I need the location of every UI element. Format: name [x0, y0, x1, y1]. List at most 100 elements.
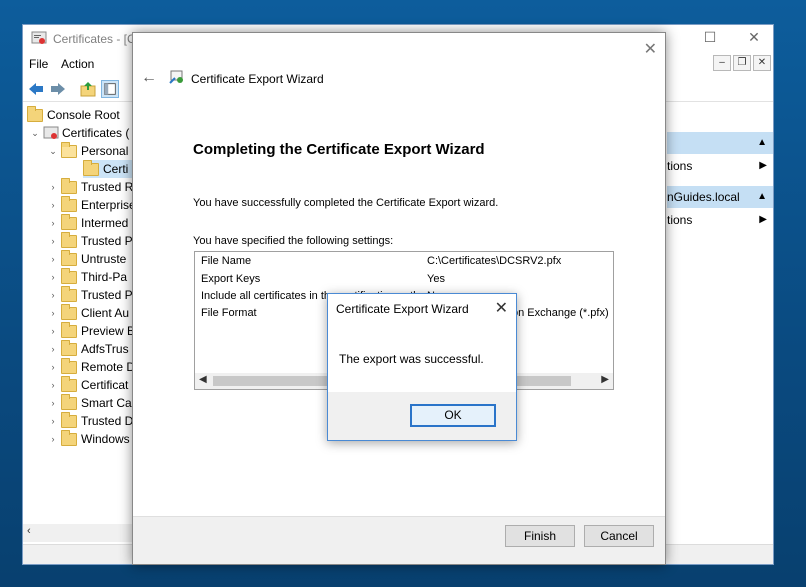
actions-item-more-actions-2[interactable]: tions ▶ [667, 210, 773, 230]
tree-item-label: Client Au [81, 306, 129, 320]
maximize-icon[interactable]: ☐ [695, 29, 725, 46]
tree-item-store[interactable]: › Client Au [47, 304, 129, 322]
actions-item-more-actions[interactable]: tions ▶ [667, 156, 773, 176]
messagebox-close-icon[interactable]: ✕ [495, 298, 508, 318]
expand-arrow-icon[interactable]: › [47, 416, 59, 426]
folder-icon [61, 181, 77, 194]
expand-arrow-icon[interactable]: › [47, 272, 59, 282]
expand-arrow-icon[interactable]: › [47, 218, 59, 228]
collapse-arrow-icon[interactable]: ⌄ [29, 128, 41, 139]
folder-icon [61, 253, 77, 266]
expand-arrow-icon[interactable]: › [47, 434, 59, 444]
actions-header-label: nGuides.local [667, 190, 740, 204]
folder-icon [27, 109, 43, 122]
tree-item-label: Enterprise [81, 198, 135, 212]
wizard-success-message: You have successfully completed the Cert… [193, 197, 498, 209]
console-tree: Console Root ⌄ Certificates ( ⌄ Personal… [23, 104, 135, 524]
tree-item-store[interactable]: › Intermed [47, 214, 128, 232]
settings-row: Export Keys Yes [195, 273, 614, 289]
tree-item-label: Windows [81, 432, 130, 446]
expand-arrow-icon[interactable]: › [47, 254, 59, 264]
mdi-controls: – ❐ ✕ [713, 55, 771, 71]
expand-arrow-icon[interactable]: › [47, 326, 59, 336]
wizard-title: Certificate Export Wizard [191, 72, 324, 86]
folder-icon [61, 415, 77, 428]
tree-item-label: Personal [81, 144, 128, 158]
setting-value: on Exchange (*.pfx) [512, 307, 609, 319]
menu-action[interactable]: Action [61, 57, 94, 71]
actions-item-label: tions [667, 159, 692, 173]
close-icon[interactable]: ✕ [739, 29, 769, 46]
collapse-up-icon[interactable]: ▲ [757, 186, 767, 208]
expand-arrow-icon[interactable]: › [47, 236, 59, 246]
submenu-arrow-icon: ▶ [759, 210, 767, 230]
tree-item-certificates[interactable]: ⌄ Certificates ( [29, 124, 129, 142]
tree-item-store[interactable]: › AdfsTrus [47, 340, 129, 358]
tree-item-store[interactable]: › Trusted P [47, 286, 133, 304]
tree-item-store[interactable]: › Enterprise [47, 196, 135, 214]
folder-icon [61, 433, 77, 446]
mdi-restore-icon[interactable]: ❐ [733, 55, 751, 71]
tree-item-console-root[interactable]: Console Root [27, 106, 120, 124]
tree-item-store[interactable]: › Trusted R [47, 178, 133, 196]
scroll-left-icon[interactable]: ‹ [27, 525, 31, 537]
wizard-back-arrow-icon[interactable]: ← [141, 69, 157, 87]
tree-item-personal-certificates[interactable]: Certi [83, 160, 135, 178]
expand-arrow-icon[interactable]: › [47, 362, 59, 372]
expand-arrow-icon[interactable]: › [47, 344, 59, 354]
tree-item-store[interactable]: › Third-Pa [47, 268, 127, 286]
tree-item-personal[interactable]: ⌄ Personal [47, 142, 128, 160]
tree-item-label: Console Root [47, 108, 120, 122]
up-folder-icon[interactable] [79, 80, 97, 98]
tree-horizontal-scrollbar[interactable]: ‹ [23, 524, 135, 542]
wizard-close-icon[interactable]: ✕ [644, 39, 657, 59]
mdi-minimize-icon[interactable]: – [713, 55, 731, 71]
cancel-button[interactable]: Cancel [584, 525, 654, 547]
mdi-close-icon[interactable]: ✕ [753, 55, 771, 71]
collapse-up-icon[interactable]: ▲ [757, 132, 767, 154]
expand-arrow-icon[interactable]: › [47, 290, 59, 300]
expand-arrow-icon[interactable]: › [47, 308, 59, 318]
actions-header-1[interactable]: ▲ [667, 132, 773, 154]
folder-icon [61, 217, 77, 230]
setting-key: Export Keys [201, 273, 260, 285]
tree-item-store[interactable]: › Windows [47, 430, 130, 448]
folder-icon [61, 325, 77, 338]
tree-item-store[interactable]: › Preview B [47, 322, 135, 340]
expand-arrow-icon[interactable]: › [47, 398, 59, 408]
tree-item-store[interactable]: › Smart Ca [47, 394, 132, 412]
forward-arrow-icon[interactable] [49, 80, 67, 98]
folder-icon [61, 361, 77, 374]
collapse-arrow-icon[interactable]: ⌄ [47, 146, 59, 157]
actions-header-2[interactable]: nGuides.local ▲ [667, 186, 773, 208]
wizard-footer: Finish Cancel [133, 516, 665, 564]
folder-icon [61, 235, 77, 248]
messagebox-footer: OK [328, 392, 516, 440]
folder-icon [61, 343, 77, 356]
back-arrow-icon[interactable] [27, 80, 45, 98]
scroll-right-icon[interactable]: ▶ [601, 374, 609, 385]
tree-item-label: Remote D [81, 360, 135, 374]
tree-item-store[interactable]: › Trusted D [47, 412, 133, 430]
show-hide-tree-icon[interactable] [101, 80, 119, 98]
ok-button[interactable]: OK [410, 404, 496, 427]
setting-value: C:\Certificates\DCSRV2.pfx [427, 255, 561, 267]
tree-item-store[interactable]: › Remote D [47, 358, 135, 376]
tree-item-store[interactable]: › Certificat [47, 376, 128, 394]
mmc-window-title: Certificates - [C [53, 32, 136, 46]
expand-arrow-icon[interactable]: › [47, 200, 59, 210]
expand-arrow-icon[interactable]: › [47, 380, 59, 390]
finish-button[interactable]: Finish [505, 525, 575, 547]
tree-item-label: Certificates ( [62, 126, 129, 140]
expand-arrow-icon[interactable]: › [47, 182, 59, 192]
scroll-left-icon[interactable]: ◀ [199, 374, 207, 385]
tree-item-store[interactable]: › Untruste [47, 250, 126, 268]
actions-pane: ▲ tions ▶ nGuides.local ▲ tions ▶ [667, 104, 773, 544]
export-success-messagebox: Certificate Export Wizard ✕ The export w… [327, 293, 517, 441]
tree-item-label: Intermed [81, 216, 128, 230]
certificate-wizard-icon [169, 69, 185, 85]
tree-item-store[interactable]: › Trusted P [47, 232, 133, 250]
menu-file[interactable]: File [29, 57, 48, 71]
folder-open-icon [61, 145, 77, 158]
tree-item-label: AdfsTrus [81, 342, 129, 356]
